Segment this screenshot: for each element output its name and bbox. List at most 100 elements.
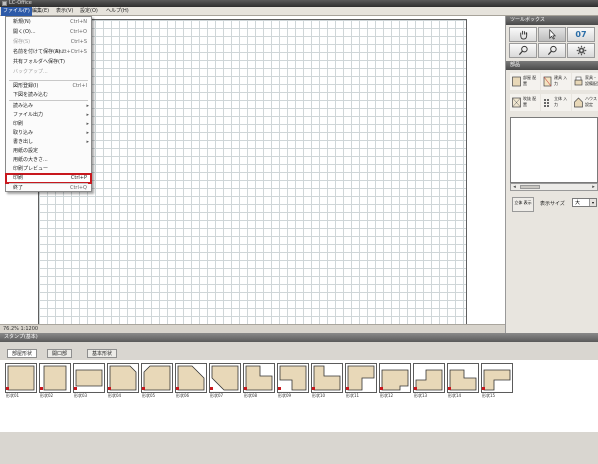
menu-0[interactable]: ファイル(F): [1, 7, 32, 16]
room-shape-icon: [347, 365, 375, 391]
origin-marker-icon: [346, 387, 349, 390]
scroll-left-arrow[interactable]: ◂: [511, 184, 518, 190]
scroll-thumb[interactable]: [520, 185, 540, 189]
zoom-in-button[interactable]: [509, 43, 537, 58]
menu-item-label: 印刷: [13, 175, 24, 181]
menu-item-save-shared[interactable]: 共有フォルダへ保存(T): [6, 58, 91, 67]
stamp-item[interactable]: 形状02: [39, 363, 71, 400]
room-shape-icon: [7, 365, 35, 391]
view-options: 立体 表示 表示サイズ 大 ▾: [506, 194, 598, 214]
fixture-input-button[interactable]: 建具 入力: [541, 73, 571, 90]
room-shape-icon: [279, 365, 307, 391]
parts-list[interactable]: [510, 117, 598, 183]
menu-item-save-as[interactable]: 名前を付けて保存(A)... Shift+Ctrl+S: [6, 48, 91, 57]
select-tool-button[interactable]: [538, 27, 566, 42]
room-shape-icon: [381, 369, 409, 391]
origin-marker-icon: [448, 387, 451, 390]
menu-item-paper-size[interactable]: 用紙の大きさ...: [6, 156, 91, 165]
stamp-item[interactable]: 形状11: [345, 363, 377, 400]
stamp-item[interactable]: 形状06: [175, 363, 207, 400]
stamp-label: 形状10: [312, 393, 326, 398]
menu-item-print[interactable]: 印刷 Ctrl+P: [5, 173, 92, 184]
view-size-label: 表示サイズ: [540, 201, 565, 207]
parts-scrollbar[interactable]: ◂ ▸: [510, 183, 598, 191]
3d-view-button[interactable]: 立体 表示: [512, 197, 534, 212]
stamp-item[interactable]: 形状01: [5, 363, 37, 400]
house-settings-button[interactable]: ハウス 設定: [572, 94, 598, 111]
house-settings-label: ハウス 設定: [585, 96, 597, 107]
shortcut-label: Ctrl+N: [70, 19, 87, 25]
stamp-item[interactable]: 形状07: [209, 363, 241, 400]
menu-item-label: 開く(O)...: [13, 29, 36, 35]
menu-item-file-output[interactable]: ファイル出力 ▸: [6, 111, 91, 120]
stamp-item[interactable]: 形状08: [243, 363, 275, 400]
stamp-label: 形状03: [74, 393, 88, 398]
menu-item-backup[interactable]: バックアップ...: [6, 68, 91, 77]
room-shape-icon: [177, 365, 205, 391]
stamp-label: 形状02: [40, 393, 54, 398]
menu-item-exit[interactable]: 終了 Ctrl+Q: [6, 184, 91, 192]
view-size-select[interactable]: 大 ▾: [572, 198, 597, 207]
tab-openings[interactable]: 開口部: [47, 349, 73, 358]
menu-item-capture[interactable]: 取り込み ▸: [6, 129, 91, 138]
tab-basic-shape[interactable]: 基本形状: [87, 349, 118, 358]
scroll-right-arrow[interactable]: ▸: [590, 184, 597, 190]
menu-item-load-underlay[interactable]: 下図を読み込む: [6, 91, 91, 100]
stamp-item[interactable]: 形状15: [481, 363, 513, 400]
room-place-button[interactable]: 部屋 配置: [510, 73, 540, 90]
zoom-out-icon: [547, 45, 557, 56]
menu-item-label: ファイル出力: [13, 112, 44, 118]
stamp-item[interactable]: 形状14: [447, 363, 479, 400]
origin-marker-icon: [176, 387, 179, 390]
menu-item-save[interactable]: 保存(S) Ctrl+S: [6, 38, 91, 47]
menu-item-open[interactable]: 開く(O)... Ctrl+O: [6, 28, 91, 37]
menu-item-label: 下図を読み込む: [13, 92, 49, 98]
room-shape-icon: [415, 369, 443, 391]
menu-item-label: 共有フォルダへ保存(T): [13, 59, 65, 65]
hand-tool-button[interactable]: [509, 27, 537, 42]
shortcut-label: Ctrl+S: [70, 39, 87, 45]
stamp-item[interactable]: 形状09: [277, 363, 309, 400]
menu-item-register-shape[interactable]: 図形登録(I) Ctrl+I: [6, 82, 91, 91]
stamp-label: 形状06: [176, 393, 190, 398]
app-window: LC-Office ファイル(F) 編集(E) 表示(V) 設定(O) ヘルプ(H) 7…: [0, 0, 598, 464]
menu-item-print-preview[interactable]: 印刷プレビュー: [6, 165, 91, 174]
origin-marker-icon: [108, 387, 111, 390]
furniture-place-button[interactable]: 家具・ 設備配置: [572, 73, 598, 90]
fixture-icon: [543, 76, 552, 87]
stamp-item[interactable]: 形状12: [379, 363, 411, 400]
stamp-label: 形状09: [278, 393, 292, 398]
menu-4[interactable]: ヘルプ(H): [104, 7, 131, 16]
stamp-item[interactable]: 形状10: [311, 363, 343, 400]
menu-item-new[interactable]: 新規(N) Ctrl+N: [6, 18, 91, 27]
toolbox-header: ツールボックス: [506, 16, 598, 25]
menu-1[interactable]: 編集(E): [30, 7, 51, 16]
origin-marker-icon: [244, 387, 247, 390]
stamp-label: 形状04: [108, 393, 122, 398]
room-icon: [512, 76, 521, 87]
settings-button[interactable]: [567, 43, 595, 58]
wall-tool-button[interactable]: 07: [567, 27, 595, 42]
stamp-item[interactable]: 形状03: [73, 363, 105, 400]
stamp-item[interactable]: 形状05: [141, 363, 173, 400]
submenu-arrow-icon: ▸: [86, 112, 89, 118]
stamp-item[interactable]: 形状04: [107, 363, 139, 400]
room-shape-icon: [211, 365, 239, 391]
shortcut-label: Shift+Ctrl+S: [55, 49, 87, 55]
chevron-down-icon: ▾: [589, 199, 596, 206]
zoom-out-button[interactable]: [538, 43, 566, 58]
stamp-label: 形状13: [414, 393, 428, 398]
menu-item-import[interactable]: 読み込み ▸: [6, 102, 91, 111]
tab-room-shape[interactable]: 部屋形状: [7, 349, 38, 358]
menu-item-paper-setup[interactable]: 用紙の設定: [6, 147, 91, 156]
menu-item-print-sub[interactable]: 印刷 ▸: [6, 120, 91, 129]
grid-sheet[interactable]: [38, 19, 467, 335]
menu-separator: [9, 80, 88, 81]
room-shape-icon: [245, 365, 273, 391]
stamp-item[interactable]: 形状13: [413, 363, 445, 400]
void-place-button[interactable]: 吹抜 配置: [510, 94, 540, 111]
menu-2[interactable]: 表示(V): [54, 7, 75, 16]
menu-item-export[interactable]: 書き出し ▸: [6, 138, 91, 147]
menu-3[interactable]: 設定(O): [78, 7, 100, 16]
3d-input-button[interactable]: 立体 入力: [541, 94, 571, 111]
